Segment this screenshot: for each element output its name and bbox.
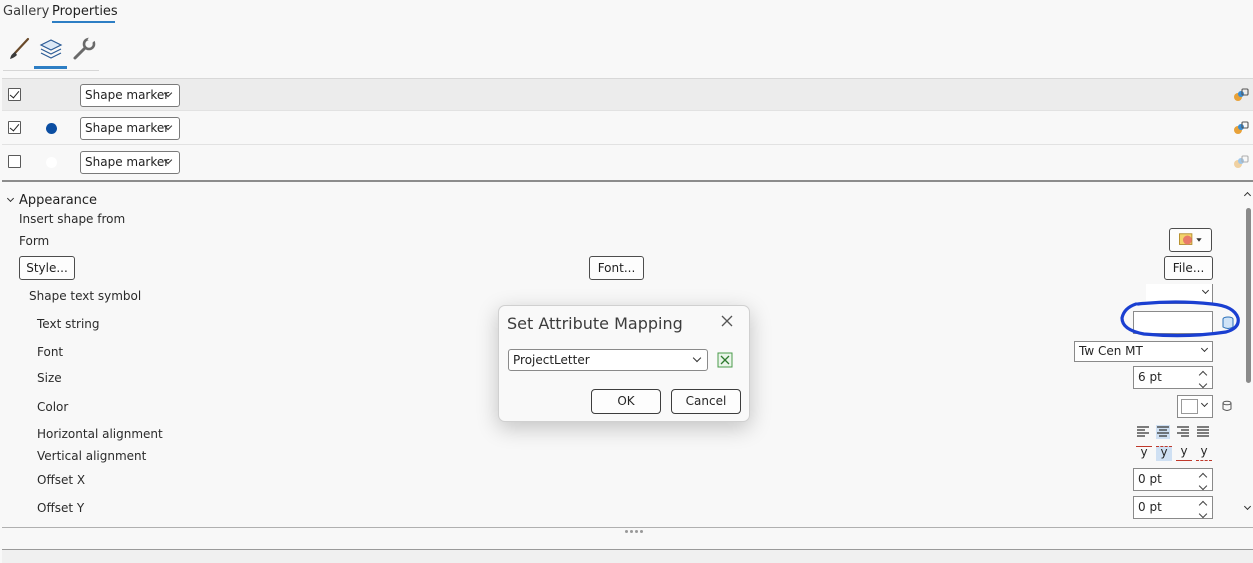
layer-type-value: Shape marker: [85, 121, 170, 135]
valign-top-button[interactable]: y: [1136, 446, 1152, 461]
shape-text-symbol-label: Shape text symbol: [29, 289, 142, 303]
close-icon[interactable]: [719, 313, 735, 329]
bottom-panel: [2, 549, 1253, 563]
toolbar-divider: [3, 70, 99, 71]
horizontal-alignment-buttons: [1136, 425, 1212, 441]
ok-button[interactable]: OK: [591, 389, 661, 414]
font-label: Font: [37, 345, 64, 359]
color-swatch: [1181, 399, 1198, 414]
color-label: Color: [37, 400, 69, 414]
insert-shape-from-label: Insert shape from: [19, 212, 126, 226]
align-left-icon[interactable]: [1136, 425, 1150, 439]
symbol-layer-row[interactable]: Shape marker: [2, 78, 1253, 111]
align-justify-icon[interactable]: [1196, 425, 1210, 439]
attribute-field-value: ProjectLetter: [513, 353, 590, 367]
database-attribute-icon[interactable]: [1221, 399, 1235, 413]
layer-type-dropdown[interactable]: Shape marker: [80, 117, 180, 140]
layer-type-dropdown[interactable]: Shape marker: [80, 151, 180, 174]
tab-gallery[interactable]: Gallery: [3, 4, 49, 19]
spin-down-icon[interactable]: [1198, 509, 1208, 519]
spin-down-icon[interactable]: [1198, 379, 1208, 389]
active-tab-indicator: [52, 21, 115, 23]
form-label: Form: [19, 234, 50, 248]
symbol-layer-row[interactable]: Shape marker: [2, 146, 1253, 179]
offset-x-value: 0 pt: [1138, 472, 1162, 486]
layer-swatch: [46, 157, 57, 168]
set-attribute-mapping-dialog: Set Attribute Mapping ProjectLetter OK C…: [498, 305, 750, 422]
panel-splitter[interactable]: [2, 527, 1253, 528]
dialog-title: Set Attribute Mapping: [507, 314, 683, 333]
form-picker-button[interactable]: [1169, 228, 1212, 252]
align-center-icon[interactable]: [1156, 425, 1170, 439]
spin-up-icon[interactable]: [1198, 370, 1208, 380]
spin-down-icon[interactable]: [1198, 481, 1208, 491]
tab-properties[interactable]: Properties: [52, 4, 118, 19]
size-input[interactable]: 6 pt: [1133, 366, 1213, 389]
splitter-grip-icon[interactable]: [625, 530, 643, 534]
offset-x-input[interactable]: 0 pt: [1133, 468, 1213, 491]
valign-top-glyph: y: [1140, 445, 1148, 459]
valign-center-glyph: y: [1160, 445, 1168, 459]
layer-type-value: Shape marker: [85, 88, 170, 102]
attribute-field-dropdown[interactable]: ProjectLetter: [508, 349, 708, 371]
size-label: Size: [37, 371, 62, 385]
offset-x-spinner[interactable]: [1198, 471, 1208, 491]
offset-x-label: Offset X: [37, 473, 86, 487]
scrollbar-thumb[interactable]: [1246, 208, 1251, 383]
vertical-alignment-label: Vertical alignment: [37, 449, 147, 463]
size-spinner[interactable]: [1198, 369, 1208, 389]
font-dropdown[interactable]: Tw Cen MT: [1074, 341, 1213, 362]
color-picker[interactable]: [1177, 395, 1213, 418]
section-divider: [2, 180, 1253, 182]
layer-swatch: [46, 123, 57, 134]
layer-type-dropdown[interactable]: Shape marker: [80, 84, 180, 107]
chevron-down-icon: [1201, 286, 1210, 295]
valign-bottom-button[interactable]: y: [1196, 444, 1212, 461]
appearance-heading[interactable]: Appearance: [19, 193, 97, 208]
offset-y-value: 0 pt: [1138, 500, 1162, 514]
scroll-up-icon[interactable]: [1243, 191, 1252, 200]
chevron-down-icon: [1200, 344, 1209, 353]
vertical-alignment-buttons: y y y y: [1136, 444, 1214, 462]
offset-y-input[interactable]: 0 pt: [1133, 496, 1213, 519]
annotation-circle: [1120, 300, 1240, 338]
layer-visibility-checkbox[interactable]: [8, 88, 21, 101]
layer-type-value: Shape marker: [85, 155, 170, 169]
valign-center-button[interactable]: y: [1156, 446, 1172, 461]
valign-baseline-button[interactable]: y: [1176, 444, 1192, 461]
lock-color-icon[interactable]: [1233, 120, 1249, 136]
valign-baseline-glyph: y: [1180, 444, 1188, 458]
spin-up-icon[interactable]: [1198, 500, 1208, 510]
chevron-down-icon: [692, 353, 702, 363]
chevron-down-icon: [1200, 399, 1209, 408]
scroll-down-icon[interactable]: [1243, 502, 1252, 511]
offset-y-label: Offset Y: [37, 501, 85, 515]
collapse-chevron-icon[interactable]: [6, 194, 15, 203]
wrench-icon[interactable]: [71, 36, 97, 62]
active-tool-indicator: [34, 66, 67, 69]
align-right-icon[interactable]: [1176, 425, 1190, 439]
offset-y-spinner[interactable]: [1198, 499, 1208, 519]
cancel-button[interactable]: Cancel: [671, 389, 741, 414]
style-button[interactable]: Style...: [19, 256, 75, 280]
properties-scrollbar[interactable]: [1243, 190, 1253, 516]
layer-visibility-checkbox[interactable]: [8, 121, 21, 134]
text-string-label: Text string: [37, 317, 100, 331]
lock-color-icon[interactable]: [1233, 154, 1249, 170]
paintbrush-icon[interactable]: [6, 36, 32, 62]
layers-icon[interactable]: [38, 36, 64, 62]
shape-gallery-icon: [1178, 233, 1202, 245]
size-value: 6 pt: [1138, 370, 1162, 384]
spin-up-icon[interactable]: [1198, 472, 1208, 482]
horizontal-alignment-label: Horizontal alignment: [37, 427, 163, 441]
valign-bottom-glyph: y: [1200, 444, 1208, 458]
font-button[interactable]: Font...: [589, 256, 644, 280]
font-value: Tw Cen MT: [1079, 344, 1143, 358]
lock-color-icon[interactable]: [1233, 87, 1249, 103]
layer-visibility-checkbox[interactable]: [8, 155, 21, 168]
expression-builder-icon[interactable]: [717, 352, 733, 368]
file-button[interactable]: File...: [1164, 256, 1213, 280]
symbol-layer-row[interactable]: Shape marker: [2, 112, 1253, 145]
